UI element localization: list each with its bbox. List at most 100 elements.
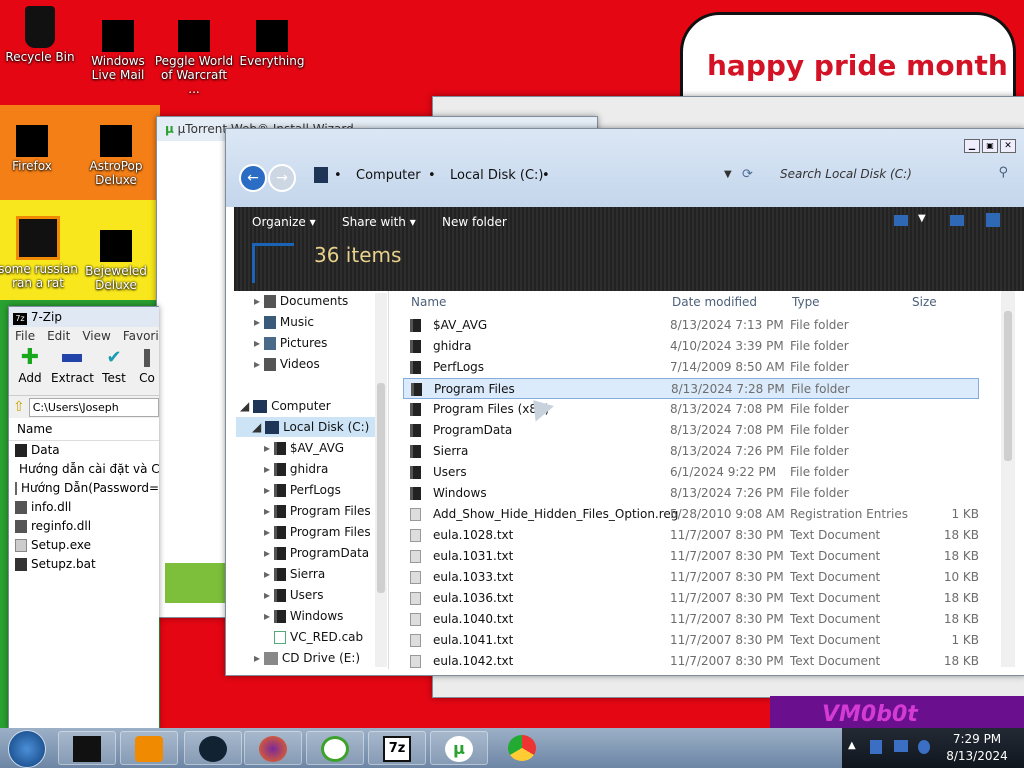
up-folder-icon[interactable]: ⇧ — [13, 399, 25, 415]
table-row[interactable]: eula.1042.txt 11/7/2007 8:30 PM Text Docum… — [403, 651, 979, 669]
list-item[interactable]: info.dll — [9, 498, 159, 517]
column-name[interactable]: Name — [411, 295, 446, 309]
desktop-icon-bejeweled[interactable]: Bejeweled Deluxe — [76, 230, 156, 292]
desktop-icon-recycle-bin[interactable]: Recycle Bin — [0, 6, 80, 64]
taskbar-item-everything[interactable] — [306, 731, 364, 765]
list-item[interactable]: Setup.exe — [9, 536, 159, 555]
list-item[interactable]: Hướng Dẫn(Password= — [9, 479, 159, 498]
desktop-icon-some-russian[interactable]: some russian ran a rat — [0, 216, 78, 290]
back-icon[interactable]: ← — [239, 164, 267, 192]
address-dropdown-icon[interactable]: ▼ — [724, 169, 732, 180]
list-scrollbar-thumb[interactable] — [1004, 311, 1012, 461]
table-row[interactable]: PerfLogs 7/14/2009 8:50 AM File folder — [403, 357, 979, 378]
breadcrumb-local-disk[interactable]: Local Disk (C:) — [450, 168, 543, 183]
table-row[interactable]: eula.1041.txt 11/7/2007 8:30 PM Text Docum… — [403, 630, 979, 651]
search-icon[interactable]: ⚲ — [998, 165, 1008, 180]
desktop-icon-everything[interactable]: Everything — [232, 20, 312, 68]
nav-scrollbar-thumb[interactable] — [377, 383, 385, 593]
nav-item-music[interactable]: ▸ Music — [254, 312, 314, 332]
crumb-sep[interactable]: • — [542, 168, 550, 183]
nav-scrollbar[interactable] — [375, 293, 387, 667]
list-item[interactable]: Hướng dẫn cài đặt và C — [9, 460, 160, 479]
table-row[interactable]: Sierra 8/13/2024 7:26 PM File folder — [403, 441, 979, 462]
view-dropdown-icon[interactable]: ▼ — [918, 213, 926, 224]
crumb-sep[interactable]: • — [334, 168, 342, 183]
nav-item-documents[interactable]: ▸ Documents — [254, 291, 348, 311]
table-row[interactable]: Add_Show_Hide_Hidden_Files_Option.reg 5/2… — [403, 504, 979, 525]
display-icon[interactable] — [894, 740, 908, 752]
list-item[interactable]: Setupz.bat — [9, 555, 159, 574]
taskbar-item-7zip[interactable]: 7z — [368, 731, 426, 765]
nav-item-local-disk[interactable]: ◢ Local Disk (C:) — [236, 417, 386, 437]
sevenzip-window[interactable]: 7z 7-Zip File Edit View Favori ✚ Add Extrac… — [8, 306, 160, 730]
share-with-button[interactable]: Share with ▾ — [342, 215, 416, 229]
desktop-icon-firefox[interactable]: Firefox — [0, 125, 72, 173]
taskbar-item-utorrent[interactable]: µ — [430, 731, 488, 765]
close-icon[interactable]: ✕ — [1000, 139, 1016, 153]
breadcrumb-computer[interactable]: Computer — [356, 168, 421, 183]
extract-button[interactable]: Extract — [51, 345, 94, 395]
nav-item-pictures[interactable]: ▸ Pictures — [254, 333, 327, 353]
table-row[interactable]: eula.1031.txt 11/7/2007 8:30 PM Text Docum… — [403, 546, 979, 567]
new-folder-button[interactable]: New folder — [442, 215, 507, 229]
clock-date[interactable]: 8/13/2024 — [938, 749, 1016, 763]
search-box[interactable]: Search Local Disk (C:) ⚲ — [772, 163, 1012, 185]
column-type[interactable]: Type — [792, 295, 820, 309]
menu-view[interactable]: View — [82, 329, 110, 343]
nav-item-file[interactable]: VC_RED.cab — [274, 627, 363, 647]
sevenzip-path-input[interactable]: C:\Users\Joseph — [28, 397, 159, 417]
desktop-icon-windows-live-mail[interactable]: Windows Live Mail — [78, 20, 158, 82]
taskbar-item-firefox[interactable] — [244, 731, 302, 765]
table-row[interactable]: Program Files (x86) 8/13/2024 7:08 PM File… — [403, 399, 979, 420]
organize-button[interactable]: Organize ▾ — [252, 215, 316, 229]
table-row[interactable]: ProgramData 8/13/2024 7:08 PM File folder — [403, 420, 979, 441]
nav-item-folder[interactable]: ▸ Users — [264, 585, 323, 605]
start-orb-icon[interactable] — [8, 730, 46, 768]
list-item[interactable]: Data — [9, 441, 159, 460]
table-row[interactable]: eula.1040.txt 11/7/2007 8:30 PM Text Docum… — [403, 609, 979, 630]
copy-button[interactable]: Co — [135, 345, 159, 395]
table-row[interactable]: Windows 8/13/2024 7:26 PM File folder — [403, 483, 979, 504]
nav-item-computer[interactable]: ◢ Computer — [240, 396, 331, 416]
nav-item-folder[interactable]: ▸ $AV_AVG — [264, 438, 344, 458]
table-row[interactable]: $AV_AVG 8/13/2024 7:13 PM File folder — [403, 315, 979, 336]
table-row[interactable]: Program Files 8/13/2024 7:28 PM File folde… — [403, 378, 979, 399]
clock-time[interactable]: 7:29 PM — [938, 732, 1016, 746]
crumb-sep[interactable]: • — [428, 168, 436, 183]
taskbar-item-terminal[interactable] — [58, 731, 116, 765]
show-hidden-icons-icon[interactable]: ▲ — [848, 740, 856, 751]
maximize-icon[interactable]: ▣ — [982, 139, 998, 153]
minimize-icon[interactable]: ▁ — [964, 139, 980, 153]
list-scrollbar[interactable] — [1001, 291, 1015, 667]
table-row[interactable]: eula.1033.txt 11/7/2007 8:30 PM Text Docum… — [403, 567, 979, 588]
explorer-window[interactable]: ▁ ▣ ✕ ← → • Computer • Local Disk (C:) •… — [225, 128, 1024, 676]
test-button[interactable]: ✔ Test — [93, 345, 135, 395]
table-row[interactable]: eula.1028.txt 11/7/2007 8:30 PM Text Docum… — [403, 525, 979, 546]
table-row[interactable]: ghidra 4/10/2024 3:39 PM File folder — [403, 336, 979, 357]
volume-icon[interactable] — [918, 740, 930, 754]
network-icon[interactable] — [870, 740, 882, 754]
sevenzip-titlebar[interactable]: 7z 7-Zip — [9, 307, 159, 327]
table-row[interactable]: Users 6/1/2024 9:22 PM File folder — [403, 462, 979, 483]
menu-favorites[interactable]: Favori — [123, 329, 159, 343]
taskbar-item-media-player[interactable] — [120, 731, 178, 765]
taskbar-item-chrome[interactable] — [494, 731, 552, 765]
column-date[interactable]: Date modified — [672, 295, 757, 309]
forward-icon[interactable]: → — [268, 164, 296, 192]
nav-item-cd-drive[interactable]: ▸ CD Drive (E:) — [254, 648, 360, 668]
sevenzip-column-name[interactable]: Name — [9, 418, 159, 441]
desktop-icon-peggle[interactable]: Peggle World of Warcraft ... — [154, 20, 234, 96]
menu-edit[interactable]: Edit — [47, 329, 70, 343]
refresh-icon[interactable]: ⟳ — [742, 167, 753, 182]
menu-file[interactable]: File — [15, 329, 35, 343]
add-button[interactable]: ✚ Add — [9, 345, 51, 395]
nav-item-folder[interactable]: ▸ ghidra — [264, 459, 328, 479]
nav-item-folder[interactable]: ▸ ProgramData — [264, 543, 369, 563]
taskbar-item-globe[interactable] — [184, 731, 242, 765]
nav-item-videos[interactable]: ▸ Videos — [254, 354, 320, 374]
help-icon[interactable] — [986, 213, 1000, 227]
nav-item-folder[interactable]: ▸ Program Files ( — [264, 522, 379, 542]
column-size[interactable]: Size — [912, 295, 937, 309]
list-item[interactable]: reginfo.dll — [9, 517, 159, 536]
view-icon[interactable] — [894, 215, 908, 226]
